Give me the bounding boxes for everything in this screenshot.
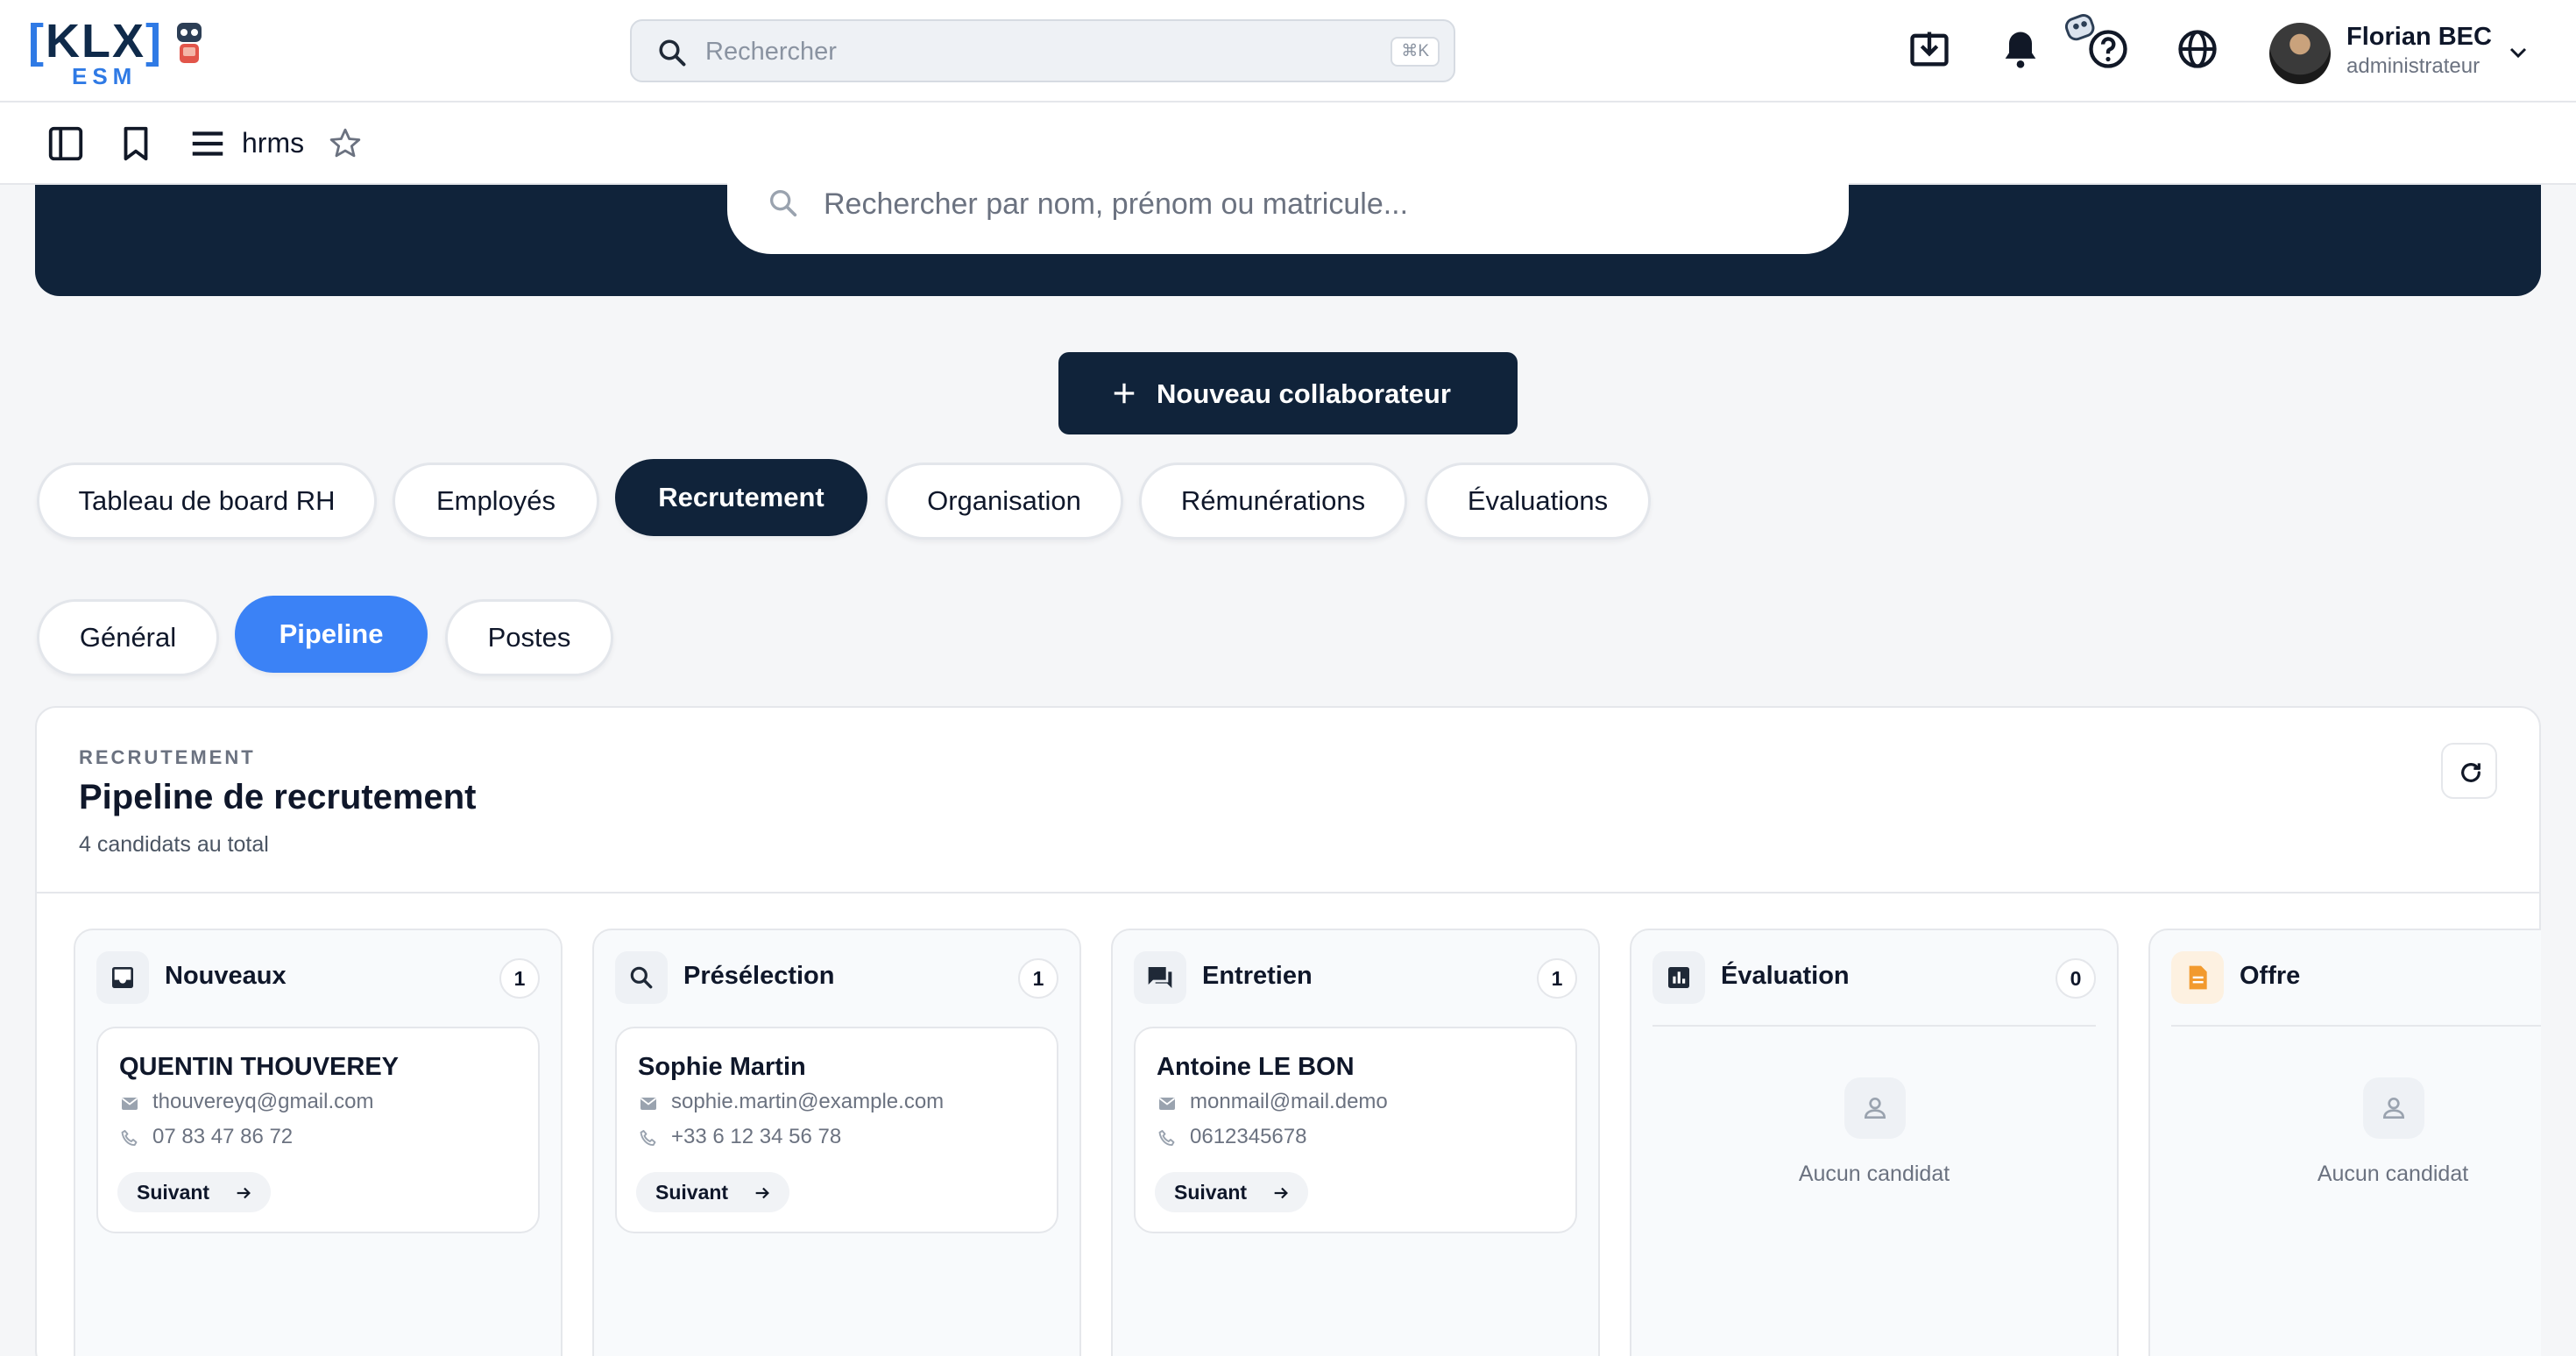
sidebar-toggle-icon[interactable] <box>46 124 86 164</box>
download-icon[interactable] <box>1907 26 1952 72</box>
help-icon[interactable] <box>2085 26 2131 72</box>
klx-esm-logo[interactable]: [KLX] ESM <box>28 15 212 89</box>
mail-icon <box>121 1098 138 1110</box>
mail-icon <box>640 1098 657 1110</box>
candidate-card[interactable]: Sophie Martin sophie.martin@example.com … <box>615 1027 1058 1233</box>
candidate-card[interactable]: Antoine LE BON monmail@mail.demo 0612345… <box>1134 1027 1577 1233</box>
candidate-card[interactable]: QUENTIN THOUVEREY thouvereyq@gmail.com 0… <box>96 1027 540 1233</box>
tab-organisation[interactable]: Organisation <box>885 463 1123 540</box>
divider <box>1652 1025 2096 1027</box>
user-menu[interactable]: Florian BEC administrateur <box>2269 19 2550 84</box>
tab-remunerations[interactable]: Rémunérations <box>1139 463 1407 540</box>
candidate-name: Antoine LE BON <box>1157 1053 1355 1081</box>
arrow-right-icon <box>755 1187 770 1199</box>
star-icon[interactable] <box>328 126 363 161</box>
search-icon <box>615 951 668 1004</box>
refresh-button[interactable] <box>2441 743 2497 799</box>
pipeline-column-offre: Offre Aucun candidat <box>2148 929 2541 1356</box>
avatar <box>2269 23 2331 84</box>
column-title: Nouveaux <box>165 962 287 990</box>
chart-icon <box>1652 951 1705 1004</box>
next-stage-button[interactable]: Suivant <box>636 1172 790 1212</box>
inbox-icon <box>96 951 149 1004</box>
arrow-right-icon <box>1274 1187 1289 1199</box>
candidate-name: Sophie Martin <box>638 1053 806 1081</box>
pipeline-column-preselection: Présélection 1 Sophie Martin sophie.mart… <box>592 929 1081 1356</box>
tab-tableau-de-board-rh[interactable]: Tableau de board RH <box>37 463 377 540</box>
robot-mascot-icon <box>177 23 202 63</box>
phone-icon <box>121 1130 138 1146</box>
candidates-total: 4 candidats au total <box>79 832 269 857</box>
column-header: Entretien 1 <box>1134 951 1577 1004</box>
logo-main-text: KLX <box>45 15 145 67</box>
candidate-name: QUENTIN THOUVEREY <box>119 1053 400 1081</box>
pipeline-column-entretien: Entretien 1 Antoine LE BON monmail@mail.… <box>1111 929 1600 1356</box>
new-collaborator-label: Nouveau collaborateur <box>1157 378 1451 409</box>
logo-sub-text: ESM <box>72 63 138 89</box>
pipeline-card: RECRUTEMENT Pipeline de recrutement 4 ca… <box>35 706 2541 1356</box>
section-eyebrow: RECRUTEMENT <box>79 746 256 768</box>
app-name: hrms <box>242 127 305 159</box>
column-header: Présélection 1 <box>615 951 1058 1004</box>
column-count: 1 <box>1537 958 1577 999</box>
bookmark-icon[interactable] <box>116 124 156 164</box>
search-icon <box>770 190 797 217</box>
column-count: 0 <box>2056 958 2096 999</box>
column-title: Évaluation <box>1721 962 1850 990</box>
subtab-pipeline[interactable]: Pipeline <box>235 596 428 673</box>
chat-icon <box>1134 951 1186 1004</box>
document-icon <box>2171 951 2224 1004</box>
bell-icon[interactable] <box>1998 26 2043 72</box>
refresh-icon <box>2461 763 2480 782</box>
column-count: 1 <box>1018 958 1058 999</box>
phone-icon <box>640 1130 656 1146</box>
pipeline-column-nouveaux: Nouveaux 1 QUENTIN THOUVEREY thouvereyq@… <box>74 929 563 1356</box>
search-icon <box>659 39 686 67</box>
divider <box>2171 1025 2541 1027</box>
column-title: Entretien <box>1202 962 1313 990</box>
next-stage-button[interactable]: Suivant <box>1155 1172 1309 1212</box>
employee-search[interactable] <box>727 166 1849 254</box>
empty-state-text: Aucun candidat <box>2317 1162 2469 1186</box>
shortcut-badge: ⌘K <box>1391 37 1440 67</box>
column-title: Présélection <box>683 962 835 990</box>
employee-search-input[interactable] <box>824 182 1787 226</box>
pipeline-board: Nouveaux 1 QUENTIN THOUVEREY thouvereyq@… <box>74 929 2541 1356</box>
global-search-input[interactable] <box>705 33 1319 70</box>
phone-icon <box>1158 1130 1175 1146</box>
column-title: Offre <box>2240 962 2301 990</box>
tab-employes[interactable]: Employés <box>393 463 599 540</box>
chevron-down-icon <box>2509 47 2527 59</box>
user-role: administrateur <box>2346 54 2480 78</box>
globe-icon[interactable] <box>2175 26 2220 72</box>
column-count: 1 <box>499 958 540 999</box>
plus-icon <box>1114 383 1135 404</box>
tab-evaluations[interactable]: Évaluations <box>1425 463 1651 540</box>
user-name: Florian BEC <box>2346 23 2492 51</box>
empty-state-text: Aucun candidat <box>1798 1162 1950 1186</box>
subtab-general[interactable]: Général <box>37 599 219 676</box>
column-header: Offre <box>2171 951 2541 1004</box>
column-header: Nouveaux 1 <box>96 951 540 1004</box>
column-header: Évaluation 0 <box>1652 951 2096 1004</box>
divider <box>37 892 2539 893</box>
user-placeholder-icon <box>1844 1077 1906 1139</box>
global-search[interactable]: ⌘K <box>630 19 1455 82</box>
mail-icon <box>1158 1098 1176 1110</box>
new-collaborator-button[interactable]: Nouveau collaborateur <box>1058 352 1518 434</box>
user-placeholder-icon <box>2363 1077 2424 1139</box>
tab-recrutement[interactable]: Recrutement <box>615 459 867 536</box>
arrow-right-icon <box>237 1187 251 1199</box>
pipeline-title: Pipeline de recrutement <box>79 778 477 816</box>
top-bar: [KLX] ESM ⌘K <box>0 0 2576 102</box>
subtab-postes[interactable]: Postes <box>445 599 613 676</box>
next-stage-button[interactable]: Suivant <box>117 1172 272 1212</box>
pipeline-column-evaluation: Évaluation 0 Aucun candidat <box>1630 929 2119 1356</box>
menu-icon[interactable] <box>188 124 228 164</box>
